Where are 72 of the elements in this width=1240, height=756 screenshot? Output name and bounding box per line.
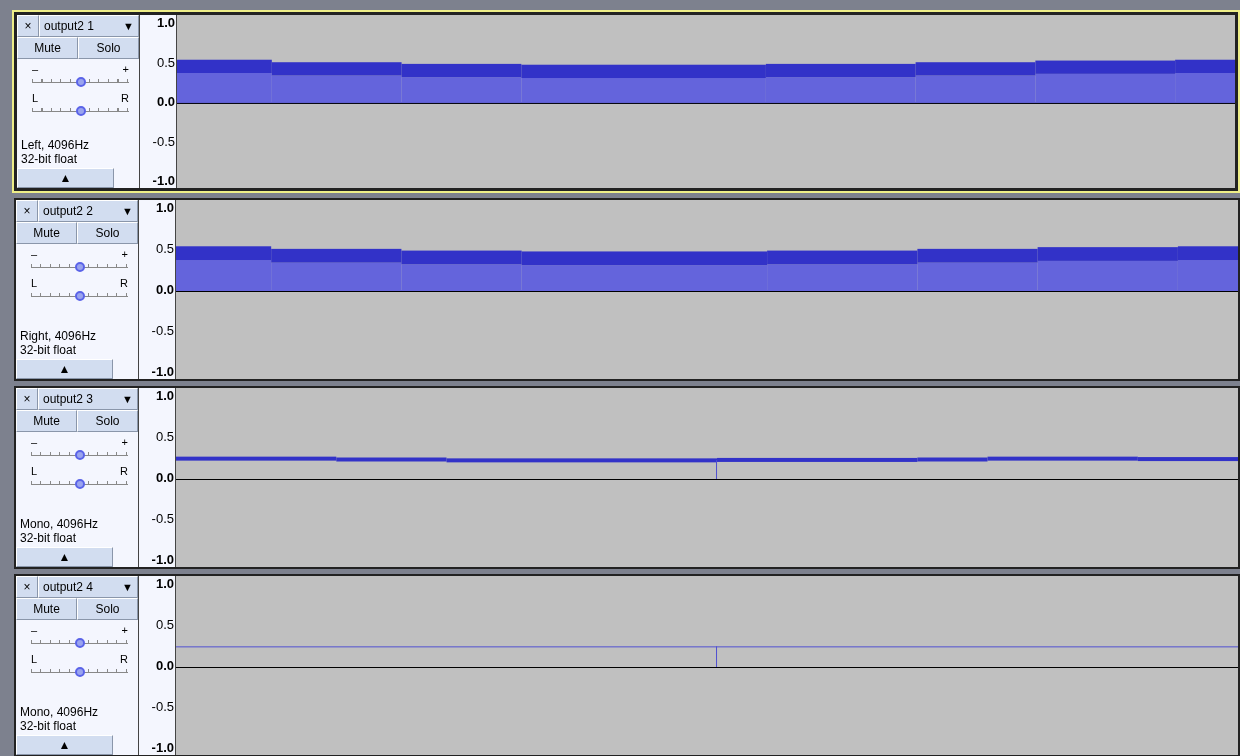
ruler-label: 0.0 — [155, 658, 175, 673]
track-menu-button[interactable]: output2 2 ▼ — [38, 200, 138, 222]
collapse-button[interactable]: ▲ — [17, 168, 114, 188]
ruler-label: -1.0 — [151, 364, 175, 379]
close-button[interactable]: × — [16, 388, 38, 410]
pan-right-label: R — [121, 92, 129, 105]
gain-minus-label: – — [32, 63, 39, 76]
solo-button[interactable]: Solo — [78, 37, 139, 59]
gain-minus-label: – — [31, 248, 38, 261]
collapse-button[interactable]: ▲ — [16, 359, 113, 379]
close-button[interactable]: × — [16, 200, 38, 222]
pan-left-label: L — [31, 465, 38, 478]
ruler-label: 0.5 — [155, 241, 175, 256]
collapse-button[interactable]: ▲ — [16, 735, 113, 755]
ruler-label: -0.5 — [151, 511, 175, 526]
track-info-text: 32-bit float — [20, 719, 78, 733]
pan-right-label: R — [120, 653, 128, 666]
ruler-label: -1.0 — [151, 552, 175, 567]
track-info-text: Left, 4096Hz — [21, 138, 91, 152]
ruler-label: 0.5 — [156, 54, 176, 70]
track-menu-button[interactable]: output2 1 ▼ — [39, 15, 139, 37]
track-menu-button[interactable]: output2 4 ▼ — [38, 576, 138, 598]
slider-thumb[interactable] — [74, 262, 85, 272]
close-button[interactable]: × — [17, 15, 39, 37]
gain-minus-label: – — [31, 436, 38, 449]
ruler-label: -0.5 — [152, 133, 176, 149]
slider-thumb[interactable] — [75, 106, 86, 116]
close-button[interactable]: × — [16, 576, 38, 598]
track-info-text: 32-bit float — [20, 531, 78, 545]
solo-button[interactable]: Solo — [77, 222, 138, 244]
track-info-text: 32-bit float — [21, 152, 79, 166]
ruler-label: 1.0 — [155, 388, 175, 403]
ruler-label: 0.0 — [155, 470, 175, 485]
solo-button[interactable]: Solo — [77, 598, 138, 620]
slider-thumb[interactable] — [74, 638, 85, 648]
ruler-label: -1.0 — [152, 173, 176, 188]
ruler-label: 1.0 — [156, 15, 176, 30]
slider-thumb[interactable] — [74, 450, 85, 460]
mute-button[interactable]: Mute — [16, 222, 77, 244]
track-menu-button[interactable]: output2 3 ▼ — [38, 388, 138, 410]
pan-left-label: L — [31, 653, 38, 666]
ruler-label: 0.0 — [156, 94, 176, 109]
pan-left-label: L — [32, 92, 39, 105]
ruler-label: 0.5 — [155, 429, 175, 444]
slider-thumb[interactable] — [74, 479, 85, 489]
pan-right-label: R — [120, 277, 128, 290]
gain-plus-label: + — [121, 248, 128, 261]
ruler-label: 0.5 — [155, 617, 175, 632]
ruler-label: 1.0 — [155, 200, 175, 215]
ruler-label: 1.0 — [155, 576, 175, 591]
track-info-text: 32-bit float — [20, 343, 78, 357]
mute-button[interactable]: Mute — [16, 598, 77, 620]
collapse-button[interactable]: ▲ — [16, 547, 113, 567]
track-info-text: Mono, 4096Hz — [20, 705, 100, 719]
slider-thumb[interactable] — [74, 667, 85, 677]
ruler-label: 0.0 — [155, 282, 175, 297]
track-info-text: Mono, 4096Hz — [20, 517, 100, 531]
pan-left-label: L — [31, 277, 38, 290]
mute-button[interactable]: Mute — [17, 37, 78, 59]
gain-plus-label: + — [121, 436, 128, 449]
solo-button[interactable]: Solo — [77, 410, 138, 432]
gain-plus-label: + — [121, 624, 128, 637]
ruler-label: -1.0 — [151, 740, 175, 755]
ruler-label: -0.5 — [151, 323, 175, 338]
mute-button[interactable]: Mute — [16, 410, 77, 432]
gain-minus-label: – — [31, 624, 38, 637]
slider-thumb[interactable] — [74, 291, 85, 301]
ruler-label: -0.5 — [151, 699, 175, 714]
pan-right-label: R — [120, 465, 128, 478]
track-info-text: Right, 4096Hz — [20, 329, 98, 343]
slider-thumb[interactable] — [75, 77, 86, 87]
gain-plus-label: + — [122, 63, 129, 76]
